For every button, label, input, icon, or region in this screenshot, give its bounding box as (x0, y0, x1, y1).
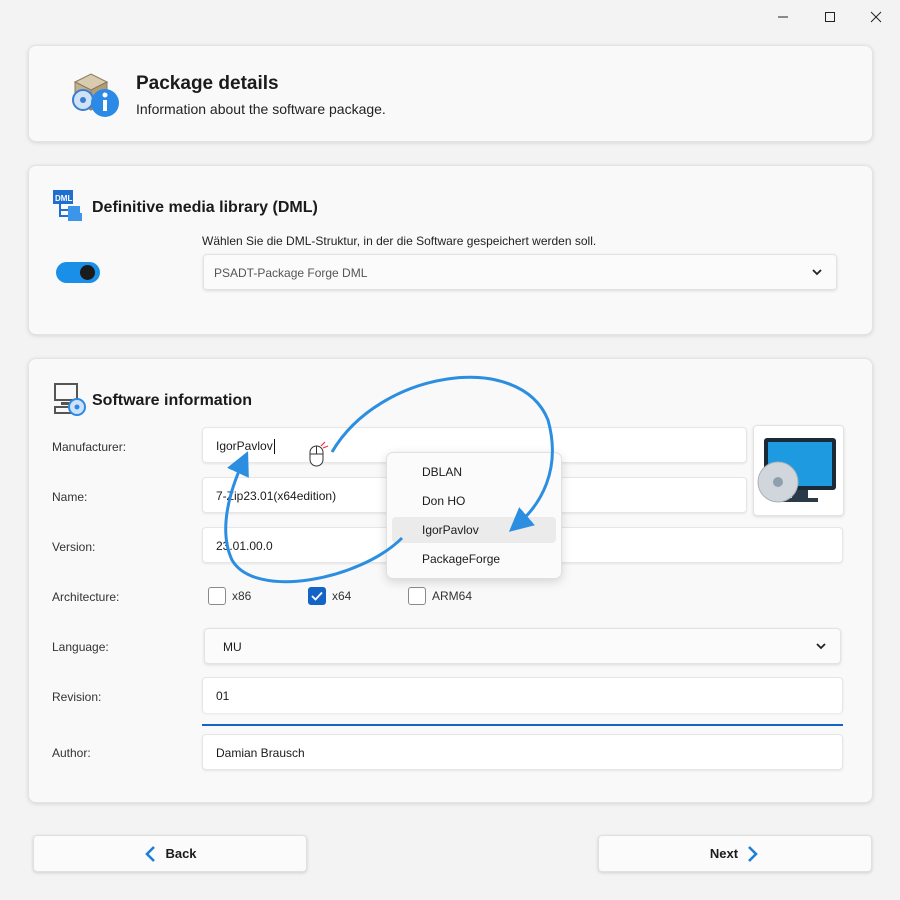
svg-text:DML: DML (55, 194, 72, 203)
chevron-down-icon (812, 269, 822, 276)
software-section-title: Software information (92, 392, 253, 409)
dml-select-value: PSADT-Package Forge DML (214, 266, 368, 280)
toggle-knob (80, 265, 95, 280)
app-icon-box[interactable] (753, 425, 844, 516)
language-label: Language: (52, 640, 109, 654)
revision-value: 01 (216, 689, 230, 703)
close-button[interactable] (861, 6, 891, 28)
autocomplete-item[interactable]: DBLAN (392, 459, 556, 485)
revision-input[interactable]: 01 (202, 677, 843, 713)
autocomplete-dropdown: DBLAN Don HO IgorPavlov PackageForge (386, 452, 562, 579)
next-button[interactable]: Next (598, 835, 872, 872)
page-subtitle: Information about the software package. (136, 101, 386, 117)
autocomplete-item[interactable]: PackageForge (392, 546, 556, 572)
dml-select[interactable]: PSADT-Package Forge DML (203, 254, 837, 290)
revision-focus-line (202, 724, 843, 726)
close-icon (870, 11, 882, 23)
dml-hint: Wählen Sie die DML-Struktur, in der die … (202, 234, 597, 248)
autocomplete-item[interactable]: Don HO (392, 488, 556, 514)
back-button[interactable]: Back (33, 835, 307, 872)
manufacturer-label: Manufacturer: (52, 440, 127, 454)
autocomplete-item-selected[interactable]: IgorPavlov (392, 517, 556, 543)
minimize-icon (778, 16, 788, 18)
minimize-button[interactable] (768, 6, 798, 28)
header-card: Package details Information about the so… (28, 45, 873, 142)
x86-checkbox[interactable] (208, 587, 226, 605)
dml-section-title: Definitive media library (DML) (92, 199, 318, 216)
author-label: Author: (52, 746, 91, 760)
chevron-down-icon (816, 643, 826, 650)
maximize-button[interactable] (815, 6, 845, 28)
manufacturer-value: IgorPavlov (216, 439, 273, 453)
dml-card: DML Definitive media library (DML) Wähle… (28, 165, 873, 335)
arm64-label: ARM64 (432, 589, 473, 603)
revision-label: Revision: (52, 690, 102, 704)
language-value: MU (223, 640, 242, 654)
x64-checkbox[interactable] (308, 587, 326, 605)
page-title: Package details (136, 73, 279, 94)
mouse-cursor-icon (309, 441, 329, 467)
back-label: Back (165, 846, 197, 861)
checkmark-icon (311, 591, 323, 601)
dml-icon: DML (53, 190, 82, 221)
architecture-label: Architecture: (52, 590, 120, 604)
x86-label: x86 (232, 589, 252, 603)
x64-label: x64 (332, 589, 352, 603)
dml-toggle[interactable] (56, 262, 100, 283)
chevron-left-icon (145, 845, 156, 862)
version-label: Version: (52, 540, 96, 554)
author-value: Damian Brausch (216, 746, 305, 760)
software-icon (54, 383, 86, 416)
language-select[interactable]: MU (204, 628, 841, 664)
text-caret (273, 439, 275, 455)
maximize-icon (825, 12, 835, 22)
name-label: Name: (52, 490, 88, 504)
monitor-disc-icon (757, 438, 836, 503)
chevron-right-icon (748, 845, 758, 862)
author-input[interactable]: Damian Brausch (202, 734, 843, 770)
version-value: 23.01.00.0 (216, 539, 273, 553)
name-value: 7-Zip23.01(x64edition) (216, 489, 337, 503)
arm64-checkbox[interactable] (408, 587, 426, 605)
next-label: Next (709, 846, 739, 861)
package-info-icon (72, 73, 119, 117)
